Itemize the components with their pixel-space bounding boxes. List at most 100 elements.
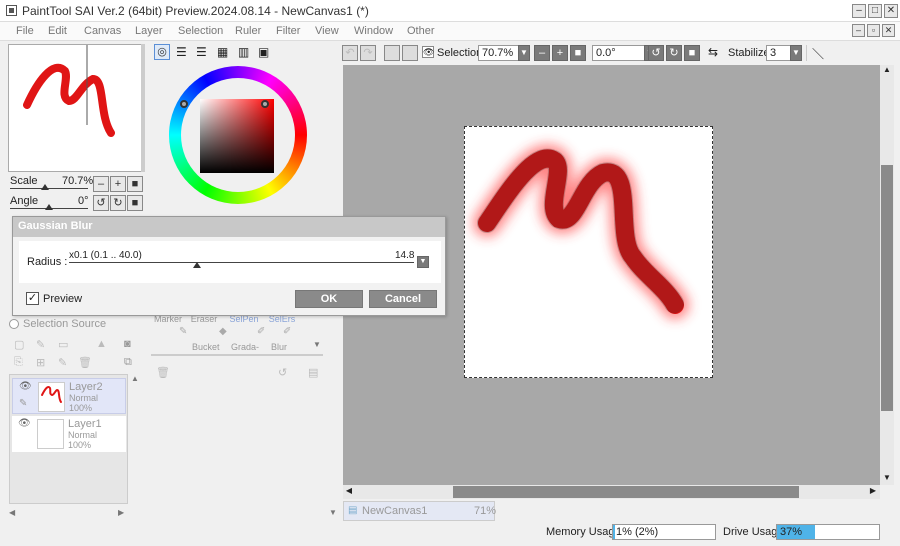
close-button[interactable]: ✕ xyxy=(884,4,898,18)
swatches-mode-icon[interactable]: ▦ xyxy=(217,45,228,59)
tool-blur[interactable]: Blur xyxy=(271,342,287,352)
new-vector-layer-icon[interactable]: ✎ xyxy=(36,338,45,351)
menu-edit[interactable]: Edit xyxy=(48,25,67,37)
menu-file[interactable]: File xyxy=(16,25,34,37)
redo-button[interactable]: ↷ xyxy=(360,45,376,61)
selection-source-radio[interactable] xyxy=(9,319,19,329)
angle-label: Angle xyxy=(10,195,39,207)
radius-dropdown-chevron-icon[interactable]: ▼ xyxy=(417,256,429,268)
zoom-reset-button[interactable]: ■ xyxy=(127,176,143,192)
layer-scroll-up-icon[interactable]: ▲ xyxy=(131,374,141,384)
scroll-right-icon[interactable]: ▶ xyxy=(867,486,879,498)
scale-slider-thumb[interactable] xyxy=(41,184,49,190)
add-layer-icon[interactable]: ⊞ xyxy=(36,356,45,369)
layer-mask-icon[interactable]: ◙ xyxy=(124,338,131,350)
stabilizer-dropdown-chevron-icon[interactable]: ▼ xyxy=(790,45,802,61)
saturation-value-square[interactable] xyxy=(200,99,274,173)
minimize-button[interactable]: – xyxy=(852,4,866,18)
delete-layer-icon[interactable]: 🗑 xyxy=(78,356,92,369)
scale-slider[interactable] xyxy=(10,188,88,189)
hue-cursor[interactable] xyxy=(180,100,188,108)
panel-minimize-button[interactable]: – xyxy=(852,24,865,37)
selpen-icon: ✐ xyxy=(257,326,266,337)
merge-down-icon[interactable]: ⧉ xyxy=(124,356,132,369)
pen-lock-icon[interactable]: ✎ xyxy=(19,398,27,409)
toolbar-zoom-in-button[interactable]: + xyxy=(552,45,568,61)
maximize-button[interactable]: □ xyxy=(868,4,882,18)
rgb-slider-mode-icon[interactable]: ☰ xyxy=(176,45,187,59)
toolbar-rotate-cw-button[interactable]: ↻ xyxy=(666,45,682,61)
tool-bucket[interactable]: Bucket xyxy=(192,342,220,352)
clear-layer-icon[interactable]: ✎ xyxy=(58,356,67,369)
layer-scroll-right-icon[interactable]: ▶ xyxy=(118,508,128,518)
scroll-up-icon[interactable]: ▲ xyxy=(881,65,893,77)
menu-layer[interactable]: Layer xyxy=(135,25,163,37)
toolbar-rotate-reset-button[interactable]: ■ xyxy=(684,45,700,61)
hsv-slider-mode-icon[interactable]: ☰ xyxy=(196,45,207,59)
copy-layer-icon[interactable]: ⎘ xyxy=(14,356,23,369)
zoom-in-button[interactable]: + xyxy=(110,176,126,192)
undo-tool-icon[interactable]: ↺ xyxy=(278,366,287,379)
menu-other[interactable]: Other xyxy=(407,25,435,37)
scratchpad-mode-icon[interactable]: ▣ xyxy=(258,45,269,59)
layer-row[interactable]: 👁 Layer1 Normal 100% xyxy=(12,416,126,452)
invert-selection-button[interactable] xyxy=(402,45,418,61)
deselect-button[interactable] xyxy=(384,45,400,61)
new-folder-icon[interactable]: ▭ xyxy=(58,338,68,351)
rotate-reset-button[interactable]: ■ xyxy=(127,195,143,211)
toolbar-zoom-reset-button[interactable]: ■ xyxy=(570,45,586,61)
scroll-down-icon[interactable]: ▼ xyxy=(881,473,893,485)
new-layer-icon[interactable]: ▢ xyxy=(14,338,24,351)
zoom-out-button[interactable]: – xyxy=(93,176,109,192)
ok-button[interactable]: OK xyxy=(295,290,363,308)
layer-scroll-left-icon[interactable]: ◀ xyxy=(9,508,19,518)
color-wheel-mode-icon[interactable]: ◎ xyxy=(154,44,170,60)
toolbar-rotate-ccw-button[interactable]: ↺ xyxy=(648,45,664,61)
menu-window[interactable]: Window xyxy=(354,25,393,37)
mixer-mode-icon[interactable]: ▥ xyxy=(238,45,249,59)
menu-view[interactable]: View xyxy=(315,25,339,37)
rotate-ccw-button[interactable]: ↺ xyxy=(93,195,109,211)
apply-mask-icon[interactable]: ▲ xyxy=(96,338,107,350)
scroll-left-icon[interactable]: ◀ xyxy=(343,486,355,498)
save-tool-icon[interactable]: ▤ xyxy=(308,366,318,379)
radius-slider[interactable] xyxy=(69,262,414,263)
tool-panel-divider[interactable] xyxy=(151,354,323,356)
cancel-button[interactable]: Cancel xyxy=(369,290,437,308)
panel-restore-button[interactable]: ▫ xyxy=(867,24,880,37)
undo-button[interactable]: ↶ xyxy=(342,45,358,61)
selection-visibility-toggle[interactable]: 👁 xyxy=(422,46,434,58)
canvas[interactable] xyxy=(464,126,713,378)
dialog-title: Gaussian Blur xyxy=(13,217,445,237)
navigator-preview[interactable] xyxy=(8,44,142,172)
navigator-scrollbar[interactable] xyxy=(141,44,145,172)
trash-icon[interactable]: 🗑 xyxy=(156,366,170,379)
menu-selection[interactable]: Selection xyxy=(178,25,223,37)
layer-row[interactable]: 👁 ✎ Layer2 Normal 100% xyxy=(12,378,126,414)
tool-grid: Marker Eraser SelPen SelErs ✎ ◆ ✐ ✐ Buck… xyxy=(151,312,311,354)
eye-icon[interactable]: 👁 xyxy=(19,381,32,392)
horizontal-scroll-thumb[interactable] xyxy=(453,486,799,498)
canvas-vertical-scrollbar[interactable]: ▲ ▼ xyxy=(880,65,894,485)
hue-wheel[interactable] xyxy=(169,66,307,204)
zoom-dropdown-chevron-icon[interactable]: ▼ xyxy=(518,45,530,61)
eye-icon[interactable]: 👁 xyxy=(18,418,31,429)
flip-horizontal-icon[interactable]: ⇆ xyxy=(708,45,718,59)
rotate-cw-button[interactable]: ↻ xyxy=(110,195,126,211)
menu-ruler[interactable]: Ruler xyxy=(235,25,261,37)
radius-slider-thumb[interactable] xyxy=(192,262,201,268)
line-tool-icon[interactable]: ＼ xyxy=(812,45,824,62)
tool-scroll-down-icon[interactable]: ▼ xyxy=(313,340,323,352)
canvas-horizontal-scrollbar[interactable]: ◀ ▶ xyxy=(343,485,880,499)
toolbar-zoom-out-button[interactable]: – xyxy=(534,45,550,61)
tool-panel-scroll-down-icon[interactable]: ▼ xyxy=(329,508,339,518)
document-tab[interactable]: ▤ NewCanvas1 71% xyxy=(343,501,496,521)
vertical-scroll-thumb[interactable] xyxy=(881,165,893,411)
menu-filter[interactable]: Filter xyxy=(276,25,300,37)
sv-cursor[interactable] xyxy=(261,100,269,108)
tool-gradation[interactable]: Grada- xyxy=(231,342,259,352)
preview-checkbox[interactable]: ✓ xyxy=(26,292,39,305)
panel-close-button[interactable]: ✕ xyxy=(882,24,895,37)
angle-slider-thumb[interactable] xyxy=(45,204,53,210)
menu-canvas[interactable]: Canvas xyxy=(84,25,121,37)
